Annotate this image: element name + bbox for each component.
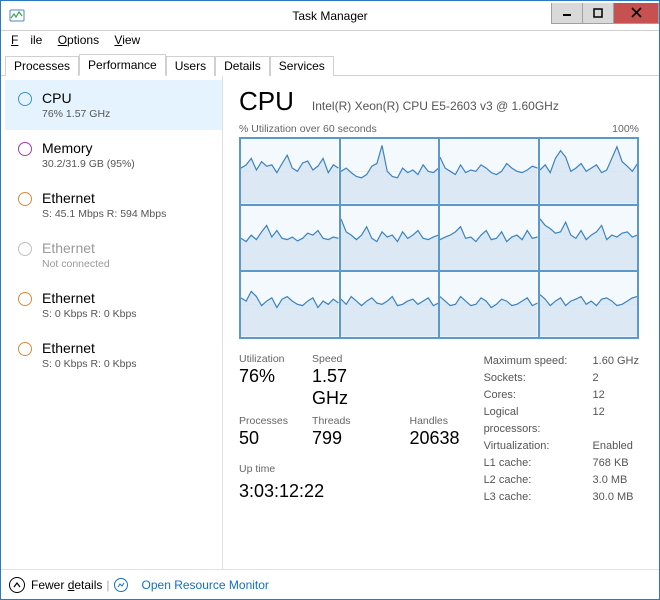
close-button[interactable] [613,3,659,24]
status-ring-icon [18,192,32,206]
logical-value: 12 [593,404,639,438]
speed-label: Speed [312,353,385,365]
virt-value: Enabled [593,438,639,455]
sidebar: CPU 76% 1.57 GHz Memory 30.2/31.9 GB (95… [1,76,223,569]
task-manager-window: Task Manager File Options View Processes… [0,0,660,600]
cpu-core-chart-5[interactable] [340,205,440,272]
sidebar-item-label: CPU [42,89,110,107]
cpu-core-chart-7[interactable] [539,205,639,272]
open-resource-monitor-link[interactable]: Open Resource Monitor [142,578,269,592]
processes-label: Processes [239,415,288,427]
status-ring-icon [18,92,32,106]
sidebar-item-ethernet-3[interactable]: Ethernet Not connected [5,230,222,280]
sidebar-item-label: Ethernet [42,289,137,307]
cores-label: Cores: [484,387,577,404]
sidebar-item-label: Ethernet [42,339,137,357]
l2-value: 3.0 MB [593,472,639,489]
l3-label: L3 cache: [484,489,577,506]
cpu-core-chart-1[interactable] [340,138,440,205]
sidebar-item-ethernet-5[interactable]: Ethernet S: 0 Kbps R: 0 Kbps [5,330,222,380]
resource-monitor-icon [114,578,128,592]
cores-value: 12 [593,387,639,404]
cpu-core-chart-2[interactable] [439,138,539,205]
cpu-chart-grid[interactable] [239,137,639,339]
virt-label: Virtualization: [484,438,577,455]
cpu-core-chart-4[interactable] [240,205,340,272]
maximize-button[interactable] [582,3,614,24]
fewer-details-button[interactable]: Fewer details [31,578,102,592]
maxspeed-value: 1.60 GHz [593,353,639,370]
tab-services[interactable]: Services [270,56,334,76]
menu-file[interactable]: File [11,33,42,47]
cpu-core-chart-9[interactable] [340,271,440,338]
tab-users[interactable]: Users [166,56,215,76]
footer: Fewer details | Open Resource Monitor [1,569,659,599]
cpu-core-chart-3[interactable] [539,138,639,205]
l1-label: L1 cache: [484,455,577,472]
maxspeed-label: Maximum speed: [484,353,577,370]
uptime-label: Up time [239,463,460,479]
status-ring-icon [18,242,32,256]
logical-label: Logical processors: [484,404,577,438]
cpu-core-chart-0[interactable] [240,138,340,205]
util-value: 76% [239,365,288,387]
menubar: File Options View [1,31,659,51]
tab-bar: Processes Performance Users Details Serv… [1,51,659,76]
sidebar-item-label: Ethernet [42,239,110,257]
cpu-core-chart-11[interactable] [539,271,639,338]
status-ring-icon [18,342,32,356]
sidebar-item-subtext: S: 0 Kbps R: 0 Kbps [42,357,137,371]
sidebar-item-subtext: S: 45.1 Mbps R: 594 Mbps [42,207,166,221]
threads-value: 799 [312,427,385,449]
sockets-label: Sockets: [484,370,577,387]
cpu-stats: Utilization76% Speed1.57 GHz Processes50… [239,353,639,506]
sidebar-item-memory-1[interactable]: Memory 30.2/31.9 GB (95%) [5,130,222,180]
threads-label: Threads [312,415,385,427]
sidebar-item-subtext: 30.2/31.9 GB (95%) [42,157,135,171]
sidebar-item-label: Memory [42,139,135,157]
sidebar-item-ethernet-4[interactable]: Ethernet S: 0 Kbps R: 0 Kbps [5,280,222,330]
sidebar-item-subtext: S: 0 Kbps R: 0 Kbps [42,307,137,321]
status-ring-icon [18,142,32,156]
sockets-value: 2 [593,370,639,387]
body: CPU 76% 1.57 GHz Memory 30.2/31.9 GB (95… [1,76,659,569]
sidebar-item-subtext: Not connected [42,257,110,271]
sidebar-item-label: Ethernet [42,189,166,207]
cpu-heading: CPU [239,86,294,117]
l1-value: 768 KB [593,455,639,472]
chart-caption-right: 100% [612,123,639,135]
status-ring-icon [18,292,32,306]
app-icon [9,8,25,24]
sidebar-item-subtext: 76% 1.57 GHz [42,107,110,121]
sidebar-item-ethernet-2[interactable]: Ethernet S: 45.1 Mbps R: 594 Mbps [5,180,222,230]
tab-performance[interactable]: Performance [79,54,166,76]
cpu-core-chart-10[interactable] [439,271,539,338]
titlebar[interactable]: Task Manager [1,1,659,31]
menu-options[interactable]: Options [58,33,99,47]
chart-caption-left: % Utilization over 60 seconds [239,123,377,135]
processes-value: 50 [239,427,288,449]
sidebar-item-cpu-0[interactable]: CPU 76% 1.57 GHz [5,80,222,130]
tab-processes[interactable]: Processes [5,56,79,76]
util-label: Utilization [239,353,288,365]
tab-details[interactable]: Details [215,56,270,76]
minimize-button[interactable] [551,3,583,24]
speed-value: 1.57 GHz [312,365,385,409]
cpu-panel: CPU Intel(R) Xeon(R) CPU E5-2603 v3 @ 1.… [223,76,659,569]
menu-view[interactable]: View [114,33,140,47]
window-controls [552,3,659,25]
handles-value: 20638 [410,427,460,449]
cpu-model: Intel(R) Xeon(R) CPU E5-2603 v3 @ 1.60GH… [312,99,559,113]
cpu-core-chart-6[interactable] [439,205,539,272]
uptime-value: 3:03:12:22 [239,481,460,506]
handles-label: Handles [410,415,460,427]
chevron-up-icon[interactable] [9,577,25,593]
cpu-core-chart-8[interactable] [240,271,340,338]
l3-value: 30.0 MB [593,489,639,506]
l2-label: L2 cache: [484,472,577,489]
